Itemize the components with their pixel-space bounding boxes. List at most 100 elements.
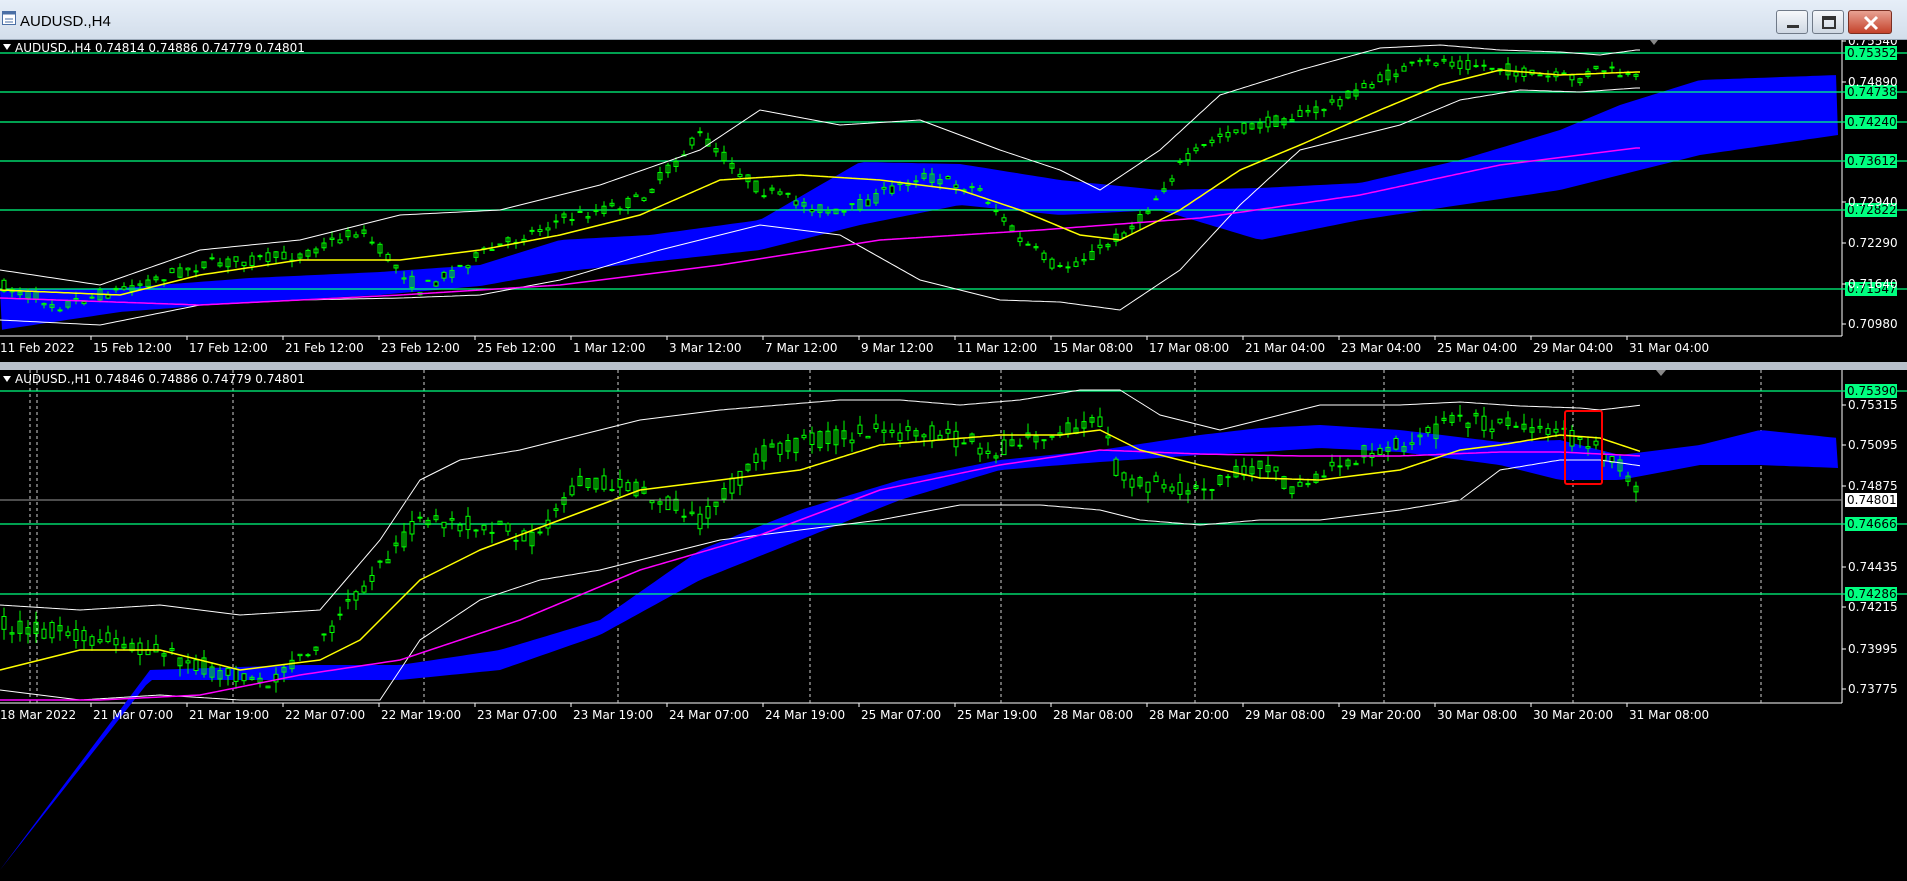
close-button[interactable] <box>1848 10 1892 34</box>
candle-body <box>449 518 455 521</box>
candle-body <box>801 434 807 439</box>
candle-body <box>945 176 951 180</box>
close-icon <box>1863 15 1879 31</box>
candle-body <box>329 237 335 241</box>
time-tick-label: 23 Mar 19:00 <box>573 708 653 722</box>
time-tick-label: 25 Mar 19:00 <box>957 708 1037 722</box>
current-price-label: 0.74801 <box>1847 493 1897 507</box>
candle-body <box>665 496 671 511</box>
candle-body <box>1177 482 1183 495</box>
candle-body <box>1361 83 1367 89</box>
candle-body <box>417 516 423 519</box>
maximize-button[interactable] <box>1812 10 1844 34</box>
time-tick-label: 23 Feb 12:00 <box>381 341 460 355</box>
candle-body <box>1225 476 1231 479</box>
price-tick-label: 0.70980 <box>1848 317 1898 331</box>
candle-body <box>785 192 791 195</box>
candle-body <box>609 489 615 491</box>
candle-body <box>41 628 47 639</box>
time-tick-label: 29 Mar 04:00 <box>1533 341 1613 355</box>
price-tick-label: 0.73995 <box>1848 642 1898 656</box>
candle-body <box>329 625 335 634</box>
candle-body <box>1209 489 1215 491</box>
candle-body <box>697 513 703 530</box>
candle-body <box>1081 259 1087 262</box>
candle-body <box>1193 147 1199 152</box>
pane-separator[interactable] <box>0 362 1907 370</box>
candle-body <box>929 425 935 442</box>
candle-body <box>1545 75 1551 78</box>
minimize-button[interactable] <box>1776 10 1808 34</box>
candle-body <box>537 531 543 534</box>
candle-body <box>993 210 999 213</box>
candle-body <box>433 281 439 287</box>
chart-area[interactable]: 0.753520.747380.742400.736120.728220.715… <box>0 40 1907 881</box>
candle-body <box>401 277 407 280</box>
candle-body <box>425 279 431 282</box>
candle-body <box>281 251 287 260</box>
candle-body <box>369 575 375 582</box>
price-tick-label: 0.73775 <box>1848 682 1898 696</box>
candle-body <box>865 199 871 207</box>
candle-body <box>1329 99 1335 103</box>
price-level-label: 0.73612 <box>1847 154 1897 168</box>
candle-body <box>1041 252 1047 261</box>
candle-body <box>57 309 63 312</box>
h1-chart-pane[interactable]: 0.75390 0.74666 0.74286 AUDUSD.,H1 0.74846… <box>0 370 1907 881</box>
candle-body <box>881 429 887 433</box>
candle-body <box>193 659 199 671</box>
time-tick-label: 23 Mar 04:00 <box>1341 341 1421 355</box>
candle-body <box>1121 472 1127 481</box>
candle-body <box>1153 198 1159 201</box>
candle-body <box>649 500 655 504</box>
time-tick-label: 15 Mar 08:00 <box>1053 341 1133 355</box>
candle-body <box>529 229 535 232</box>
h4-chart-header: AUDUSD.,H4 0.74814 0.74886 0.74779 0.748… <box>15 41 305 55</box>
candle-body <box>617 208 623 211</box>
candle-body <box>1233 129 1239 134</box>
h4-chart-pane[interactable]: 0.753520.747380.742400.736120.728220.715… <box>0 40 1907 362</box>
candle-body <box>105 632 111 643</box>
candle-body <box>1217 133 1223 137</box>
candle-body <box>1513 71 1519 77</box>
time-tick-label: 29 Mar 20:00 <box>1341 708 1421 722</box>
candle-body <box>849 203 855 206</box>
candle-body <box>489 249 495 251</box>
candle-body <box>1025 243 1031 246</box>
candle-body <box>1497 418 1503 424</box>
candle-body <box>1337 465 1343 468</box>
candle-body <box>1241 122 1247 134</box>
time-tick-label: 17 Feb 12:00 <box>189 341 268 355</box>
candle-body <box>353 591 359 601</box>
candle-body <box>777 442 783 455</box>
candle-body <box>1473 65 1479 68</box>
time-tick-label: 21 Feb 12:00 <box>285 341 364 355</box>
candle-body <box>321 633 327 636</box>
candle-body <box>1481 64 1487 67</box>
candle-body <box>1577 437 1583 440</box>
candle-body <box>209 257 215 260</box>
candle-body <box>473 529 479 532</box>
time-tick-label: 22 Mar 19:00 <box>381 708 461 722</box>
time-tick-label: 21 Mar 19:00 <box>189 708 269 722</box>
candle-body <box>1425 59 1431 62</box>
candle-body <box>185 660 191 664</box>
candle-body <box>601 475 607 490</box>
candle-body <box>537 229 543 233</box>
candle-body <box>153 643 159 653</box>
price-tick-label: 0.74875 <box>1848 479 1898 493</box>
candle-body <box>1105 435 1111 439</box>
time-tick-label: 1 Mar 12:00 <box>573 341 646 355</box>
candle-body <box>1417 59 1423 63</box>
candle-body <box>945 428 951 434</box>
candle-body <box>705 505 711 519</box>
time-tick-label: 17 Mar 08:00 <box>1149 341 1229 355</box>
candle-body <box>1609 66 1615 69</box>
time-tick-label: 30 Mar 20:00 <box>1533 708 1613 722</box>
candle-body <box>1401 65 1407 72</box>
candle-body <box>1433 62 1439 66</box>
candle-body <box>105 294 111 299</box>
chart-window-icon <box>2 11 16 25</box>
candle-body <box>1457 60 1463 69</box>
price-level-label: 0.74666 <box>1847 517 1897 531</box>
